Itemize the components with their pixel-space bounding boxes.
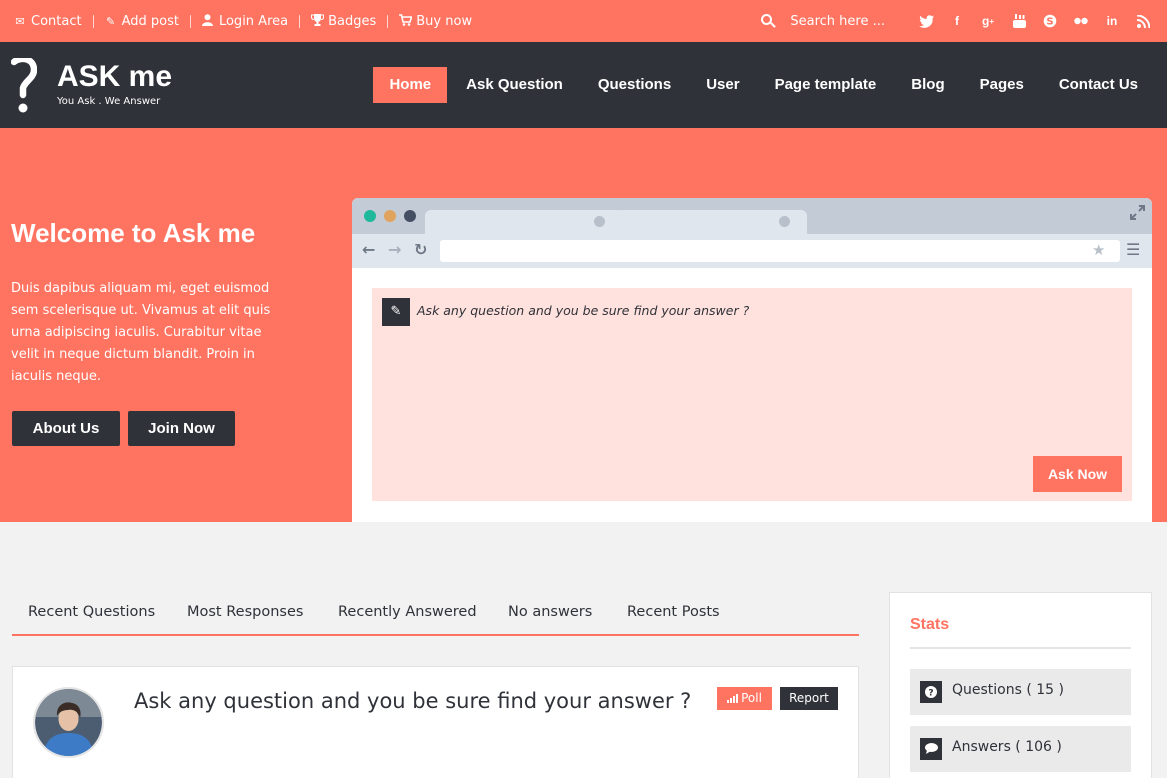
skype-icon[interactable]: S	[1040, 11, 1060, 31]
top-link-label: Add post	[121, 13, 179, 29]
nav-blog[interactable]: Blog	[895, 67, 960, 103]
join-now-button[interactable]: Join Now	[128, 411, 235, 446]
nav-page-template[interactable]: Page template	[759, 67, 893, 103]
tab-recently-answered[interactable]: Recently Answered	[338, 604, 477, 620]
nav-home[interactable]: Home	[373, 67, 448, 103]
expand-icon	[1130, 205, 1145, 220]
question-title[interactable]: Ask any question and you be sure find yo…	[134, 687, 694, 716]
main-nav: Home Ask Question Questions User Page te…	[370, 67, 1154, 103]
nav-contact-us[interactable]: Contact Us	[1043, 67, 1154, 103]
twitter-icon[interactable]	[916, 11, 936, 31]
nav-questions[interactable]: Questions	[582, 67, 687, 103]
poll-badge-label: Poll	[741, 691, 762, 705]
trophy-icon	[309, 13, 325, 29]
tab-no-answers[interactable]: No answers	[508, 604, 592, 620]
user-icon	[200, 13, 216, 29]
question-icon: ?	[920, 681, 942, 703]
tab-recent-questions[interactable]: Recent Questions	[28, 604, 155, 620]
poll-badge[interactable]: Poll	[717, 687, 772, 710]
flickr-icon[interactable]	[1071, 11, 1091, 31]
back-arrow-icon: ←	[362, 240, 376, 259]
hero-title: Welcome to Ask me	[11, 218, 256, 248]
top-link-contact[interactable]: ✉ Contact	[12, 13, 82, 29]
divider	[189, 14, 191, 28]
site-logo-title[interactable]: ASK me	[57, 60, 172, 94]
pencil-icon: ✎	[105, 14, 116, 28]
rss-icon[interactable]	[1133, 11, 1153, 31]
ask-question-input[interactable]: Ask any question and you be sure find yo…	[417, 303, 749, 318]
divider	[299, 14, 301, 28]
window-dot-dark	[404, 210, 416, 222]
browser-address-bar	[440, 240, 1120, 262]
top-link-badges[interactable]: Badges	[309, 13, 377, 29]
stat-label: Questions ( 15 )	[952, 682, 1064, 698]
menu-icon: ☰	[1126, 240, 1141, 259]
top-link-label: Login Area	[218, 13, 289, 29]
stat-answers[interactable]: Answers ( 106 )	[910, 726, 1131, 772]
ask-now-button[interactable]: Ask Now	[1033, 456, 1122, 492]
hero-description: Duis dapibus aliquam mi, eget euismod se…	[11, 281, 271, 384]
site-tagline: You Ask . We Answer	[57, 96, 161, 107]
question-tabs: Recent Questions Most Responses Recently…	[12, 596, 859, 636]
tab-most-responses[interactable]: Most Responses	[187, 604, 303, 620]
divider	[387, 14, 389, 28]
star-icon: ★	[1092, 241, 1106, 259]
report-button[interactable]: Report	[780, 687, 838, 710]
forward-arrow-icon: →	[388, 240, 402, 259]
question-card	[12, 666, 859, 778]
nav-user[interactable]: User	[690, 67, 755, 103]
about-us-button[interactable]: About Us	[12, 411, 120, 446]
top-links: ✉ Contact ✎ Add post Login Area Badges B…	[12, 0, 472, 42]
top-link-add-post[interactable]: ✎ Add post	[103, 14, 179, 29]
stats-divider	[910, 647, 1131, 649]
signal-bars-icon	[727, 694, 739, 703]
top-bar: ✉ Contact ✎ Add post Login Area Badges B…	[0, 0, 1167, 42]
pencil-icon: ✎	[382, 298, 410, 326]
svg-text:?: ?	[928, 689, 933, 699]
nav-ask-question[interactable]: Ask Question	[450, 67, 579, 103]
reload-icon: ↻	[414, 240, 428, 259]
top-link-label: Contact	[31, 13, 82, 29]
window-dot-orange	[384, 210, 396, 222]
ask-question-box[interactable]	[372, 288, 1132, 501]
stats-title: Stats	[910, 616, 950, 633]
tab-recent-posts[interactable]: Recent Posts	[627, 604, 720, 620]
svg-text:S: S	[1046, 17, 1053, 28]
stat-questions[interactable]: ? Questions ( 15 )	[910, 669, 1131, 715]
linkedin-icon[interactable]: in	[1102, 11, 1122, 31]
top-right: Search here ... f g + S in	[760, 0, 1153, 42]
google-plus-icon[interactable]: g +	[978, 11, 998, 31]
youtube-icon[interactable]	[1009, 11, 1029, 31]
facebook-icon[interactable]: f	[947, 11, 967, 31]
avatar[interactable]	[33, 687, 104, 758]
search-input[interactable]: Search here ...	[790, 14, 885, 29]
search-icon[interactable]	[760, 13, 777, 29]
stat-label: Answers ( 106 )	[952, 739, 1062, 755]
top-link-login-area[interactable]: Login Area	[200, 14, 288, 29]
top-link-label: Buy now	[416, 13, 473, 29]
tab-close-dot	[779, 216, 790, 227]
tab-close-dot	[594, 216, 605, 227]
top-link-buy-now[interactable]: Buy now	[397, 14, 472, 29]
envelope-icon: ✉	[15, 14, 25, 28]
divider	[92, 14, 94, 28]
cart-icon	[397, 13, 413, 29]
comment-icon	[920, 738, 942, 760]
nav-pages[interactable]: Pages	[964, 67, 1040, 103]
question-mark-logo-icon[interactable]	[11, 58, 37, 114]
top-link-label: Badges	[328, 13, 377, 29]
window-dot-green	[364, 210, 376, 222]
